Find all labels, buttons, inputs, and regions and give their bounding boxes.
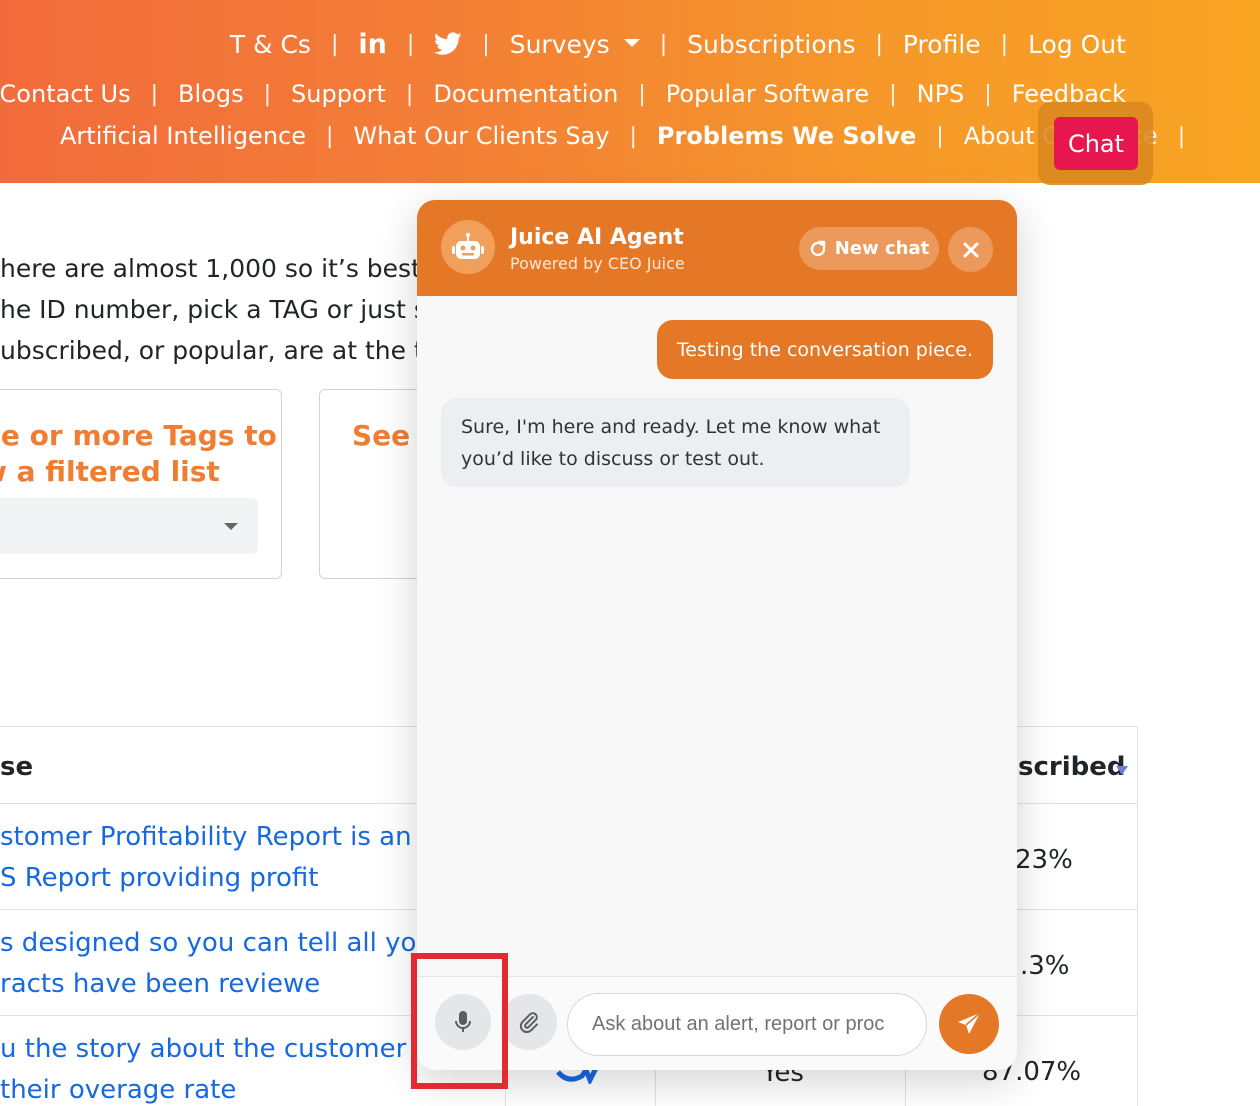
chat-header: Juice AI Agent Powered by CEO Juice New … [417,200,1017,296]
paperclip-icon [519,1012,538,1033]
robot-icon [441,220,495,274]
nav-link-popular-software[interactable]: Popular Software [666,80,869,108]
table-row-link[interactable]: stomer Profitability Report is an On [0,817,457,858]
table-header-use[interactable]: se [0,752,33,782]
nav-separator: | [406,31,415,57]
nav-link-what-our-clients-say[interactable]: What Our Clients Say [353,122,609,150]
send-icon [958,1012,981,1034]
nav-separator: | [936,123,944,149]
nav-link-nps[interactable]: NPS [917,80,965,108]
attach-file-button[interactable] [501,994,557,1050]
nav-row-secondary: Contact Us | Blogs | Support | Documenta… [0,78,1126,110]
nav-separator: | [875,31,883,57]
nav-separator: | [629,123,637,149]
nav-link-subscriptions[interactable]: Subscriptions [687,30,855,59]
nav-link-contact-us[interactable]: Contact Us [0,80,131,108]
nav-row-primary: T & Cs | in | | Surveys | Subscriptions … [230,26,1126,62]
bot-message: Sure, I'm here and ready. Let me know wh… [441,398,910,487]
nav-link-profile[interactable]: Profile [903,30,981,59]
nav-separator: | [326,123,334,149]
subscribed-percent: 23% [1015,845,1073,875]
agent-subtitle: Powered by CEO Juice [510,254,685,273]
nav-dropdown-surveys[interactable]: Surveys [510,30,640,59]
nav-separator: | [263,81,272,107]
intro-line: he ID number, pick a TAG or just see [0,295,458,324]
nav-row-tertiary: Artificial Intelligence | What Our Clien… [60,120,1205,152]
refresh-icon [810,240,825,256]
chat-message-input[interactable] [567,993,927,1056]
nav-separator: | [405,81,414,107]
nav-separator: | [330,31,339,57]
new-chat-label: New chat [834,238,930,259]
highlight-box [411,953,508,1089]
nav-separator: | [984,81,992,107]
chat-panel: Juice AI Agent Powered by CEO Juice New … [417,200,1017,1070]
nav-separator: | [150,81,159,107]
close-icon [963,242,978,257]
table-row-link[interactable]: S Report providing profit [0,858,457,899]
intro-text: here are almost 1,000 so it’s best to he… [0,248,458,371]
table-header-subscribed[interactable]: scribed [1018,752,1125,782]
table-row[interactable]: u the story about the customer wit their… [0,1029,453,1106]
nav-link-blogs[interactable]: Blogs [178,80,244,108]
close-chat-button[interactable] [948,227,993,272]
chevron-down-icon [623,38,640,47]
table-row-link[interactable]: u the story about the customer wit [0,1029,453,1070]
nav-link-documentation[interactable]: Documentation [433,80,618,108]
nav-separator: | [482,31,490,57]
table-row[interactable]: s designed so you can tell all your ract… [0,923,444,1005]
subscribed-percent: .3% [1020,951,1070,981]
sort-desc-icon[interactable] [1116,766,1128,775]
nav-separator: | [659,31,668,57]
nav-link-problems-we-solve[interactable]: Problems We Solve [657,122,916,150]
nav-dropdown-surveys-label: Surveys [509,29,610,59]
agent-name: Juice AI Agent [510,225,684,250]
tags-filter-title-line: ne or more Tags to [0,419,277,452]
table-row-link[interactable]: racts have been reviewe [0,964,444,1005]
nav-separator: | [1000,31,1009,57]
nav-link-support[interactable]: Support [291,80,386,108]
new-chat-button[interactable]: New chat [799,227,939,270]
table-row-link[interactable]: s designed so you can tell all your [0,923,444,964]
twitter-icon[interactable] [434,32,462,56]
intro-line: ubscribed, or popular, are at the top [0,336,455,365]
table-row[interactable]: stomer Profitability Report is an On S R… [0,817,457,899]
user-message: Testing the conversation piece. [656,320,993,379]
nav-link-terms[interactable]: T & Cs [230,30,311,59]
nav-separator: | [889,81,897,107]
nav-separator: | [638,81,646,107]
send-message-button[interactable] [939,994,999,1054]
chevron-down-icon [224,523,238,530]
intro-line: here are almost 1,000 so it’s best to [0,254,454,283]
chat-button[interactable]: Chat [1054,117,1138,170]
tags-filter-card: ne or more Tags to w a filtered list [0,389,282,579]
nav-link-artificial-intelligence[interactable]: Artificial Intelligence [60,122,306,150]
nav-link-logout[interactable]: Log Out [1028,30,1126,59]
table-row-link[interactable]: their overage rate [0,1070,453,1106]
tags-filter-title-line: w a filtered list [0,455,220,488]
linkedin-icon[interactable]: in [358,29,386,60]
tags-filter-title: ne or more Tags to w a filtered list [0,418,277,490]
nav-separator: | [1177,123,1186,149]
tags-select[interactable] [0,498,258,554]
